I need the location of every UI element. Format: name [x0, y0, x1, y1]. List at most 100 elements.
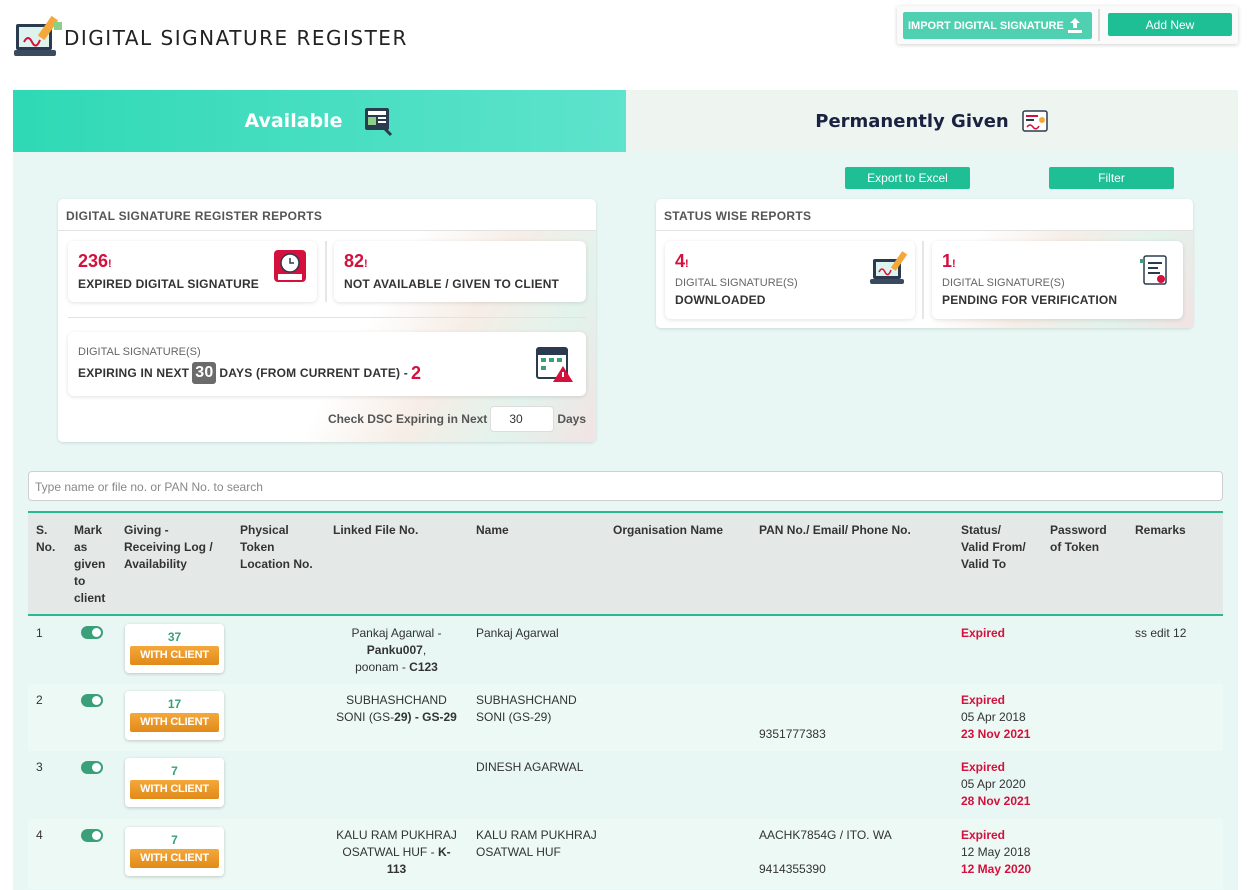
log-availability-card[interactable]: 7 WITH CLIENT — [125, 827, 224, 876]
pending-count-wrap: 1! — [942, 251, 956, 272]
exclaim: ! — [685, 258, 689, 270]
table-header: S. No. Mark as given to client Giving - Receiv… — [28, 511, 1223, 616]
row-sno: 2 — [36, 693, 43, 707]
row-name: DINESH AGARWAL — [476, 760, 584, 774]
expiring-card[interactable]: DIGITAL SIGNATURE(S) EXPIRING IN NEXT 30… — [68, 332, 586, 396]
tab-bar: Available Permanently Given — [13, 90, 1238, 152]
log-availability-card[interactable]: 37 WITH CLIENT — [125, 624, 224, 673]
add-new-button[interactable]: Add New — [1108, 13, 1232, 36]
tab-permanently-given[interactable]: Permanently Given — [626, 90, 1238, 152]
import-digital-signature-button[interactable]: IMPORT DIGITAL SIGNATURE — [903, 12, 1092, 39]
downloaded-label: DOWNLOADED — [675, 293, 766, 307]
divider — [922, 241, 924, 319]
register-reports-title: DIGITAL SIGNATURE REGISTER REPORTS — [58, 199, 596, 231]
linked-file[interactable]: SUBHASHCHAND SONI (GS-29) - GS-29 — [333, 692, 460, 726]
mark-given-toggle[interactable] — [81, 829, 103, 842]
downloaded-card[interactable]: 4! DIGITAL SIGNATURE(S) DOWNLOADED — [665, 241, 915, 319]
exclaim: ! — [108, 258, 112, 270]
expired-label: EXPIRED DIGITAL SIGNATURE — [78, 277, 260, 291]
expiring-prefix: EXPIRING IN NEXT — [78, 366, 190, 380]
row-status-block: Expired 05 Apr 2020 28 Nov 2021 — [961, 760, 1031, 808]
row-sno: 4 — [36, 828, 43, 842]
row-remarks: ss edit 12 — [1135, 626, 1187, 640]
expired-count: 236 — [78, 251, 109, 271]
expired-count-wrap: 236! — [78, 251, 112, 272]
row-name: SUBHASHCHAND SONI (GS-29) — [476, 693, 577, 724]
expiring-sub: DIGITAL SIGNATURE(S) — [78, 346, 201, 358]
import-label: IMPORT DIGITAL SIGNATURE — [908, 19, 1064, 32]
log-count: 17 — [167, 697, 182, 711]
mark-given-toggle[interactable] — [81, 694, 103, 707]
col-mark: Mark as given to client — [74, 523, 106, 605]
pending-count: 1 — [942, 251, 953, 271]
upload-icon — [1068, 18, 1082, 33]
not-available-count: 82 — [344, 251, 365, 271]
row-status: Expired — [961, 626, 1006, 640]
linked-file[interactable]: KALU RAM PUKHRAJ OSATWAL HUF - K-113 — [333, 827, 460, 878]
table-row: 2 17 WITH CLIENT SUBHASHCHAND SONI (GS-2… — [28, 684, 1223, 751]
linked-file[interactable]: Pankaj Agarwal - Panku007, poonam - C123 — [333, 625, 460, 676]
with-client-badge: WITH CLIENT — [130, 849, 219, 868]
with-client-badge: WITH CLIENT — [130, 780, 219, 799]
check-dsc-row: Check DSC Expiring in Next 30 Days — [328, 406, 586, 432]
expiring-line: EXPIRING IN NEXT 30 DAYS (FROM CURRENT D… — [78, 362, 421, 384]
pending-card[interactable]: 1! DIGITAL SIGNATURE(S) PENDING FOR VERI… — [932, 241, 1183, 319]
not-available-count-wrap: 82! — [344, 251, 368, 272]
tab-available-label: Available — [244, 110, 343, 132]
row-sno: 1 — [36, 626, 43, 640]
row-phone: 9414355390 — [759, 862, 826, 876]
row-sno: 3 — [36, 760, 43, 774]
status-reports-panel: STATUS WISE REPORTS 4! DIGITAL SIGNATURE… — [656, 199, 1193, 328]
expired-card[interactable]: 236! EXPIRED DIGITAL SIGNATURE — [68, 241, 317, 302]
mark-given-toggle[interactable] — [81, 626, 103, 639]
pending-sub: DIGITAL SIGNATURE(S) — [942, 277, 1065, 289]
log-count: 7 — [171, 833, 178, 847]
col-file: Linked File No. — [333, 523, 419, 537]
expiring-count: 2 — [410, 362, 422, 383]
main-content: Export to Excel Filter DIGITAL SIGNATURE… — [13, 152, 1238, 890]
top-actions: IMPORT DIGITAL SIGNATURE Add New — [897, 6, 1238, 44]
row-status-block: Expired 12 May 2018 12 May 2020 — [961, 828, 1032, 876]
row-phone: 9351777383 — [759, 727, 826, 741]
log-availability-card[interactable]: 7 WITH CLIENT — [125, 758, 224, 807]
row-name: Pankaj Agarwal — [476, 626, 559, 640]
signed-document-icon — [1022, 110, 1048, 132]
mark-given-toggle[interactable] — [81, 761, 103, 774]
log-count: 37 — [167, 630, 182, 644]
row-status-block: Expired 05 Apr 2018 23 Nov 2021 — [961, 693, 1031, 741]
status-reports-title: STATUS WISE REPORTS — [656, 199, 1193, 231]
log-availability-card[interactable]: 17 WITH CLIENT — [125, 691, 224, 740]
col-pan: PAN No./ Email/ Phone No. — [759, 523, 911, 537]
export-to-excel-button[interactable]: Export to Excel — [845, 167, 970, 189]
col-org: Organisation Name — [613, 523, 724, 537]
col-remarks: Remarks — [1135, 523, 1186, 537]
not-available-label: NOT AVAILABLE / GIVEN TO CLIENT — [344, 277, 560, 291]
downloaded-count: 4 — [675, 251, 686, 271]
check-days-input[interactable]: 30 — [490, 406, 555, 432]
row-pan: AACHK7854G / ITO. WA — [759, 828, 892, 842]
laptop-signature-icon — [870, 251, 908, 284]
search-input[interactable]: Type name or file no. or PAN No. to sear… — [28, 471, 1223, 501]
tab-available[interactable]: Available — [13, 90, 626, 152]
exclaim: ! — [364, 258, 368, 270]
col-sno: S. No. — [36, 523, 56, 554]
col-location: Physical Token Location No. — [240, 523, 313, 571]
exclaim: ! — [952, 258, 956, 270]
col-status: Status/Valid From/Valid To — [961, 523, 1026, 571]
status-reports-body: 4! DIGITAL SIGNATURE(S) DOWNLOADED 1! DI… — [656, 231, 1193, 328]
not-available-card[interactable]: 82! NOT AVAILABLE / GIVEN TO CLIENT — [334, 241, 586, 302]
filter-button[interactable]: Filter — [1049, 167, 1174, 189]
divider — [325, 241, 327, 302]
expired-clock-icon — [274, 250, 306, 282]
signature-table: S. No. Mark as given to client Giving - Receiv… — [28, 511, 1223, 889]
pending-label: PENDING FOR VERIFICATION — [942, 293, 1118, 307]
certificate-icon — [364, 108, 392, 137]
calendar-warning-icon — [536, 347, 573, 382]
table-row: 3 7 WITH CLIENT DINESH AGARWAL Expired 0… — [28, 751, 1223, 819]
col-password: Password of Token — [1050, 523, 1107, 554]
check-unit: Days — [557, 412, 586, 426]
tab-permanently-given-label: Permanently Given — [815, 110, 1009, 132]
divider — [1098, 9, 1100, 41]
row-name: KALU RAM PUKHRAJ OSATWAL HUF — [476, 828, 597, 859]
register-reports-panel: DIGITAL SIGNATURE REGISTER REPORTS 236! … — [58, 199, 596, 442]
